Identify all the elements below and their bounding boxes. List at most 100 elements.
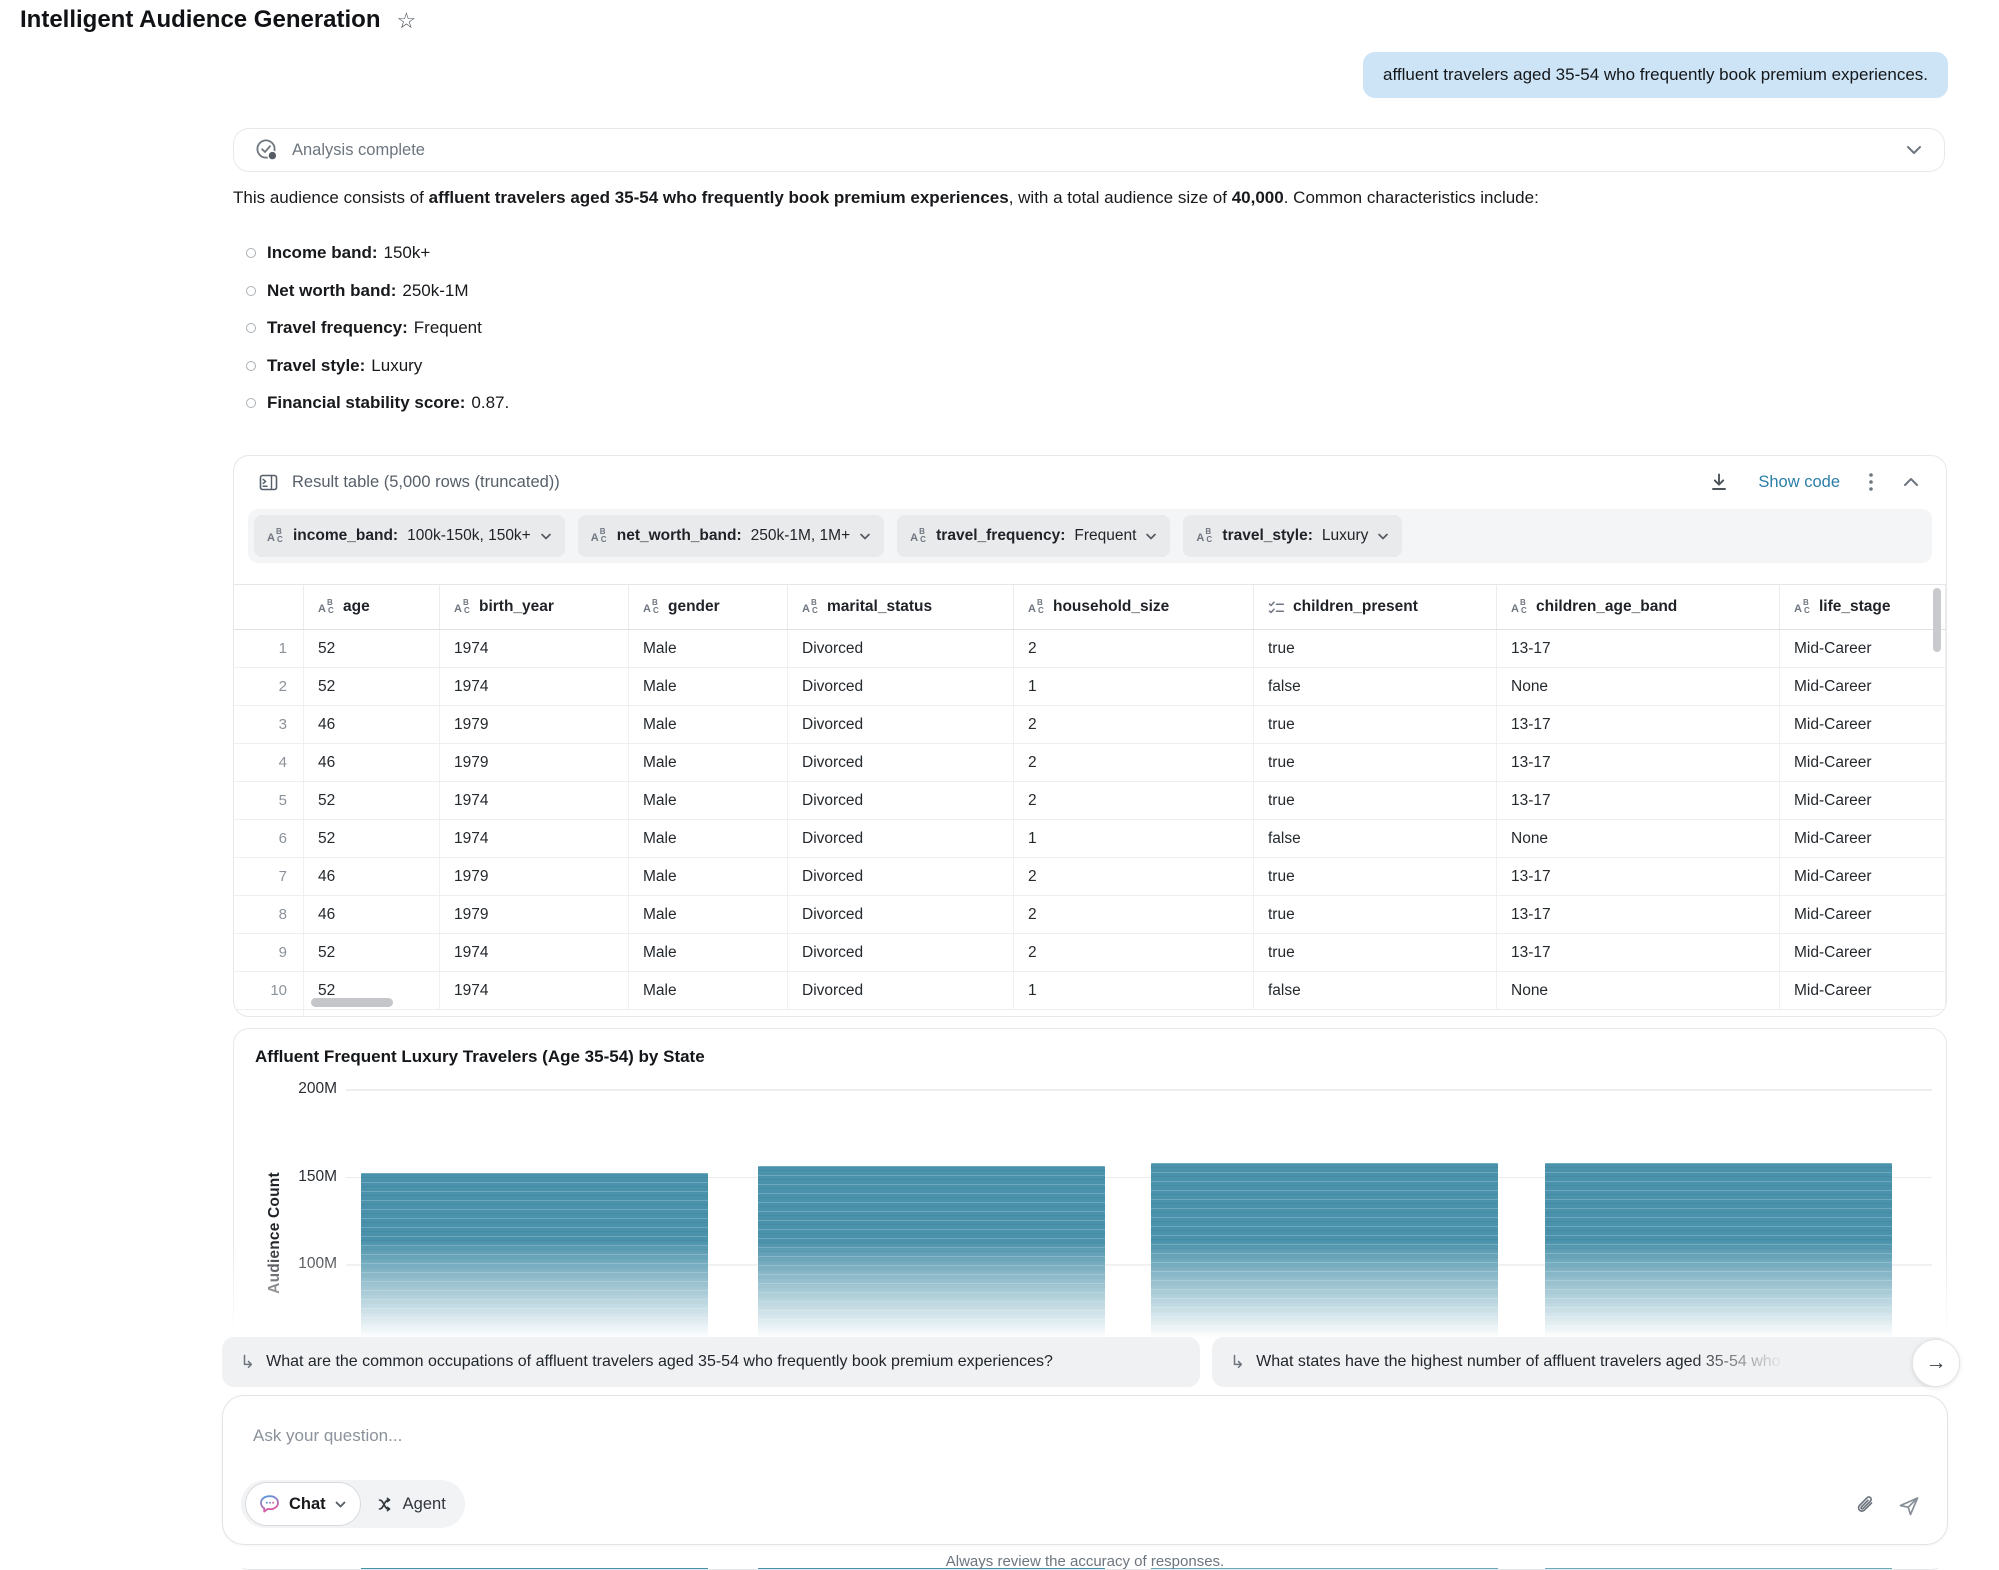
text-type-icon: ABC xyxy=(802,599,819,615)
table-row: 6521974MaleDivorced1falseNoneMid-Career xyxy=(234,820,1946,858)
table-cell: 52 xyxy=(304,934,440,971)
bullet-marker xyxy=(246,398,256,408)
filter-chip-net_worth_band[interactable]: ABCnet_worth_band:250k-1M, 1M+ xyxy=(578,515,884,557)
bullet-marker xyxy=(246,248,256,258)
table-cell: Mid-Career xyxy=(1780,630,1946,667)
table-cell: false xyxy=(1254,668,1497,705)
table-row: 5521974MaleDivorced2true13-17Mid-Career xyxy=(234,782,1946,820)
summary-size: 40,000 xyxy=(1232,188,1284,207)
download-icon[interactable] xyxy=(1708,471,1730,493)
collapse-chevron-up-icon[interactable] xyxy=(1902,476,1920,488)
column-header-marital_status[interactable]: ABC marital_status xyxy=(788,585,1014,629)
question-composer: Ask your question... Chat xyxy=(222,1395,1948,1545)
send-icon[interactable] xyxy=(1897,1494,1921,1518)
summary-mid: , with a total audience size of xyxy=(1009,188,1232,207)
analysis-complete-icon xyxy=(255,138,279,162)
table-cell: Divorced xyxy=(788,668,1014,705)
characteristic-value: Frequent xyxy=(414,318,482,338)
table-cell: 2 xyxy=(1014,706,1254,743)
table-cell: 11 xyxy=(234,1010,304,1017)
suggestions-scroll-arrow-button[interactable]: → xyxy=(1912,1339,1960,1387)
chart-y-tick: 150M xyxy=(254,1168,337,1186)
page-title-text: Intelligent Audience Generation xyxy=(20,6,381,34)
table-cell: 2 xyxy=(1014,630,1254,667)
characteristic-label: Net worth band: xyxy=(267,281,396,301)
table-cell: None xyxy=(1497,820,1780,857)
kebab-menu-icon[interactable] xyxy=(1868,471,1874,493)
table-header-row: ABCageABCbirth_yearABCgenderABCmarital_s… xyxy=(234,584,1946,630)
result-table-icon xyxy=(258,472,279,493)
table-cell: Male xyxy=(629,934,788,971)
question-input[interactable]: Ask your question... xyxy=(253,1426,402,1446)
table-cell: Mid-Career xyxy=(1780,858,1946,895)
table-cell: 13-17 xyxy=(1497,896,1780,933)
table-cell: Divorced xyxy=(788,744,1014,781)
table-cell: None xyxy=(1497,972,1780,1009)
result-table-card: Result table (5,000 rows (truncated)) Sh… xyxy=(233,455,1947,1017)
suggested-question-2[interactable]: ↳ What states have the highest number of … xyxy=(1212,1337,1948,1387)
result-table-header: Result table (5,000 rows (truncated)) Sh… xyxy=(234,456,1946,508)
table-cell: Male xyxy=(629,782,788,819)
show-code-button[interactable]: Show code xyxy=(1758,473,1840,492)
summary-audience: affluent travelers aged 35-54 who freque… xyxy=(429,188,1009,207)
table-cell: false xyxy=(1254,820,1497,857)
table-cell: true xyxy=(1254,858,1497,895)
return-arrow-icon: ↳ xyxy=(1230,1352,1245,1373)
table-row: 11 xyxy=(234,1010,1946,1017)
table-cell: 52 xyxy=(304,820,440,857)
column-header-children_age_band[interactable]: ABCchildren_age_band xyxy=(1497,585,1780,629)
agent-mode-button[interactable]: Agent xyxy=(361,1495,461,1514)
characteristic-value: 250k-1M xyxy=(402,281,468,301)
chevron-down-icon xyxy=(540,532,552,541)
column-header-life_stage[interactable]: ABClife_stage xyxy=(1780,585,1946,629)
table-cell: Male xyxy=(629,896,788,933)
chart-y-tick: 200M xyxy=(254,1080,337,1098)
summary-prefix: This audience consists of xyxy=(233,188,429,207)
text-type-icon: ABC xyxy=(454,599,471,615)
filter-chip-travel_style[interactable]: ABCtravel_style:Luxury xyxy=(1183,515,1402,557)
result-table-title: Result table (5,000 rows (truncated)) xyxy=(292,473,560,492)
filter-chip-travel_frequency[interactable]: ABCtravel_frequency:Frequent xyxy=(897,515,1170,557)
vertical-scrollbar[interactable] xyxy=(1933,588,1941,652)
table-cell: Divorced xyxy=(788,820,1014,857)
text-type-icon: ABC xyxy=(591,528,608,544)
suggested-question-1[interactable]: ↳What are the common occupations of affl… xyxy=(222,1337,1200,1387)
table-cell: 13-17 xyxy=(1497,934,1780,971)
column-header-age[interactable]: ABCage xyxy=(304,585,440,629)
table-cell: 2 xyxy=(1014,934,1254,971)
table-cell: Divorced xyxy=(788,630,1014,667)
table-cell: 4 xyxy=(234,744,304,781)
filter-chip-income_band[interactable]: ABCincome_band:100k-150k, 150k+ xyxy=(254,515,565,557)
text-type-icon: ABC xyxy=(318,599,335,615)
column-name: birth_year xyxy=(479,598,554,616)
table-cell: 1979 xyxy=(440,706,629,743)
attachment-paperclip-icon[interactable] xyxy=(1854,1495,1877,1518)
column-name: life_stage xyxy=(1819,598,1891,616)
star-icon[interactable]: ☆ xyxy=(397,10,417,32)
column-header-birth_year[interactable]: ABC birth_year xyxy=(440,585,629,629)
table-row: 3461979MaleDivorced2true13-17Mid-Career xyxy=(234,706,1946,744)
suggested-question-text: What states have the highest number of a… xyxy=(1256,1353,1812,1371)
column-header-children_present[interactable]: children_present xyxy=(1254,585,1497,629)
table-cell: 1974 xyxy=(440,972,629,1009)
table-row: 8461979MaleDivorced2true13-17Mid-Career xyxy=(234,896,1946,934)
chat-mode-button[interactable]: Chat xyxy=(245,1482,361,1526)
characteristics-list: Income band:150k+Net worth band:250k-1MT… xyxy=(246,243,1846,431)
table-cell: 7 xyxy=(234,858,304,895)
column-header-gender[interactable]: ABCgender xyxy=(629,585,788,629)
characteristic-value: 0.87. xyxy=(471,393,509,413)
boolean-type-icon xyxy=(1268,600,1285,615)
analysis-status-bar[interactable]: Analysis complete xyxy=(233,128,1945,172)
horizontal-scrollbar[interactable] xyxy=(311,998,393,1007)
chevron-down-icon[interactable] xyxy=(1905,144,1923,156)
audience-summary: This audience consists of affluent trave… xyxy=(233,186,1945,211)
table-cell: 1979 xyxy=(440,744,629,781)
table-cell: 1974 xyxy=(440,782,629,819)
table-row: 1521974MaleDivorced2true13-17Mid-Career xyxy=(234,630,1946,668)
table-cell: Mid-Career xyxy=(1780,706,1946,743)
chevron-down-icon xyxy=(859,532,871,541)
column-name: marital_status xyxy=(827,598,932,616)
column-header-household_size[interactable]: ABChousehold_size xyxy=(1014,585,1254,629)
filter-name: income_band: xyxy=(293,527,398,545)
agent-icon xyxy=(376,1495,395,1514)
